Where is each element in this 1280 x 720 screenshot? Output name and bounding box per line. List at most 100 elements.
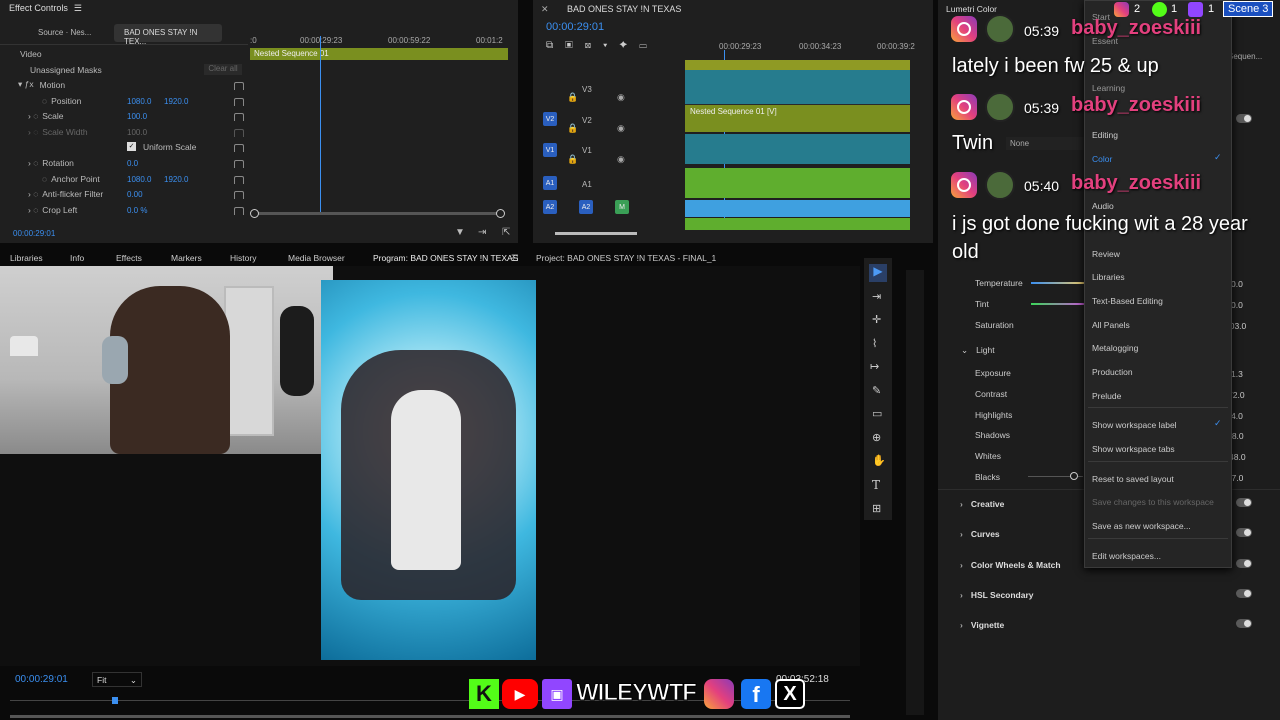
lumetri-none-dropdown[interactable]: None — [1006, 137, 1086, 150]
track-select-tool-icon[interactable]: ⇥ — [872, 290, 881, 303]
filter-icon[interactable]: ▼ — [455, 227, 465, 238]
tab-info[interactable]: Info — [70, 253, 84, 263]
program-playhead[interactable] — [112, 697, 118, 704]
track-v2-source[interactable]: V2 — [543, 112, 557, 126]
menu-prelude[interactable]: Prelude — [1092, 391, 1121, 401]
menu-text-based-editing[interactable]: Text-Based Editing — [1092, 296, 1163, 306]
hsl-toggle[interactable] — [1236, 589, 1252, 598]
play-only-audio-icon[interactable]: ⇥ — [478, 227, 486, 238]
uniform-reset-icon[interactable] — [234, 144, 244, 152]
menu-show-workspace-tabs[interactable]: Show workspace tabs — [1092, 444, 1175, 454]
position-reset-icon[interactable] — [234, 98, 244, 106]
uniform-scale-checkbox[interactable]: ✓ — [127, 142, 136, 151]
menu-editing[interactable]: Editing — [1092, 130, 1118, 140]
anchor-y[interactable]: 1920.0 — [164, 175, 188, 184]
fit-dropdown[interactable]: Fit ⌄ — [92, 672, 142, 687]
menu-color[interactable]: Color — [1092, 154, 1112, 164]
hsl-secondary-section[interactable]: › HSL Secondary — [960, 590, 1034, 600]
menu-edit-workspaces[interactable]: Edit workspaces... — [1092, 551, 1161, 561]
lumetri-title[interactable]: Lumetri Color — [946, 4, 997, 14]
v1-clip[interactable] — [685, 134, 910, 164]
program-timecode[interactable]: 00:00:29:01 — [15, 674, 68, 685]
ec-playhead[interactable] — [320, 36, 321, 214]
track-eye-icons[interactable]: ◉ ◉ ◉ — [617, 82, 625, 175]
anti-flicker-reset-icon[interactable] — [234, 191, 244, 199]
position-y[interactable]: 1920.0 — [164, 97, 188, 106]
ec-ruler[interactable]: :0 00:00:29:23 00:00:59:22 00:01:2 — [248, 34, 508, 46]
zoom-tool-icon[interactable]: ⊕ — [872, 431, 881, 444]
timeline-timecode[interactable]: 00:00:29:01 — [546, 21, 604, 33]
track-v1-source[interactable]: V1 — [543, 143, 557, 157]
position-x[interactable]: 1080.0 — [127, 97, 151, 106]
vignette-toggle[interactable] — [1236, 619, 1252, 628]
slip-tool-icon[interactable]: ↦ — [870, 360, 879, 373]
program-video-frame[interactable] — [321, 280, 536, 660]
tint-slider[interactable] — [1031, 303, 1084, 305]
ec-zoom-scrollbar[interactable] — [254, 212, 502, 215]
a1-audio-clip[interactable] — [685, 168, 910, 198]
tab-project[interactable]: Project: BAD ONES STAY !N TEXAS - FINAL_… — [536, 253, 716, 263]
crop-left-value[interactable]: 0.0 % — [127, 206, 147, 215]
effect-controls-title[interactable]: Effect Controls — [9, 3, 68, 13]
scale-reset-icon[interactable] — [234, 113, 244, 121]
tab-program-monitor[interactable]: Program: BAD ONES STAY !N TEXAS — [373, 253, 518, 263]
menu-show-workspace-label[interactable]: Show workspace label — [1092, 420, 1177, 430]
rotation-reset-icon[interactable] — [234, 160, 244, 168]
v2-nested-clip[interactable]: Nested Sequence 01 [V] — [685, 105, 910, 132]
color-wheels-section[interactable]: › Color Wheels & Match — [960, 560, 1061, 570]
menu-production[interactable]: Production — [1092, 367, 1133, 377]
timeline-title[interactable]: BAD ONES STAY !N TEXAS — [567, 4, 681, 14]
temperature-value[interactable]: 0.0 — [1231, 279, 1243, 289]
menu-learning[interactable]: Learning — [1092, 83, 1125, 93]
track-a2-mute-button[interactable]: M — [615, 200, 629, 214]
color-wheels-toggle[interactable] — [1236, 559, 1252, 568]
tl-ruler[interactable]: 00:00:29:23 00:00:34:23 00:00:39:2 — [683, 40, 923, 52]
export-icon[interactable]: ⇱ — [502, 227, 510, 238]
exposure-value[interactable]: 1.3 — [1231, 369, 1243, 379]
anchor-reset-icon[interactable] — [234, 176, 244, 184]
lumetri-sequence-dropdown[interactable]: Sequen... — [1228, 52, 1262, 61]
crop-left-reset-icon[interactable] — [234, 207, 244, 215]
unassigned-masks[interactable]: Unassigned Masks — [30, 62, 102, 77]
rectangle-tool-icon[interactable]: ▭ — [872, 407, 882, 420]
menu-save-as-new[interactable]: Save as new workspace... — [1092, 521, 1191, 531]
menu-metalogging[interactable]: Metalogging — [1092, 343, 1138, 353]
a2-audio-clip[interactable] — [685, 200, 910, 217]
menu-reset-layout[interactable]: Reset to saved layout — [1092, 474, 1174, 484]
scale-value[interactable]: 100.0 — [127, 112, 147, 121]
anti-flicker-value[interactable]: 0.00 — [127, 190, 143, 199]
pen-tool-icon[interactable]: ✎ — [872, 384, 881, 397]
creative-section[interactable]: › Creative — [960, 499, 1004, 509]
type-tool-icon[interactable]: T — [872, 478, 880, 492]
clear-all-button[interactable]: Clear all — [204, 64, 242, 75]
creative-toggle[interactable] — [1236, 498, 1252, 507]
tab-libraries[interactable]: Libraries — [10, 253, 43, 263]
basic-correction-toggle[interactable] — [1236, 114, 1252, 123]
highlights-value[interactable]: 4.0 — [1231, 411, 1243, 421]
blacks-slider-thumb[interactable] — [1070, 472, 1078, 480]
rotation-value[interactable]: 0.0 — [127, 159, 138, 168]
tab-history[interactable]: History — [230, 253, 256, 263]
v3-clip-2[interactable] — [685, 70, 910, 104]
motion-reset-icon[interactable] — [234, 82, 244, 90]
menu-libraries[interactable]: Libraries — [1092, 272, 1125, 282]
timeline-close-icon[interactable]: ✕ — [541, 4, 549, 15]
razor-tool-icon[interactable]: ⌇ — [872, 337, 877, 350]
tab-markers[interactable]: Markers — [171, 253, 202, 263]
v3-clip[interactable] — [685, 60, 910, 70]
sequence-tab[interactable]: BAD ONES STAY !N TEX... — [114, 24, 222, 46]
caption-tool-icon[interactable]: ⊞ — [872, 502, 881, 515]
track-a2-source[interactable]: A2 — [543, 200, 557, 214]
ripple-edit-tool-icon[interactable]: ✛ — [872, 313, 881, 326]
tl-zoom-scrollbar[interactable] — [555, 232, 637, 235]
a3-audio-clip[interactable] — [685, 218, 910, 230]
curves-section[interactable]: › Curves — [960, 529, 1000, 539]
nested-sequence-bar[interactable]: Nested Sequence 01 — [250, 48, 508, 60]
temperature-slider[interactable] — [1031, 282, 1084, 284]
track-a2-target[interactable]: A2 — [579, 200, 593, 214]
tint-value[interactable]: 0.0 — [1231, 300, 1243, 310]
effect-controls-timecode[interactable]: 00:00:29:01 — [13, 229, 55, 238]
track-lock-icons[interactable]: 🔒 🔒 🔒 — [567, 82, 578, 175]
track-a1-source[interactable]: A1 — [543, 176, 557, 190]
source-tab[interactable]: Source · Nes... — [38, 28, 91, 37]
